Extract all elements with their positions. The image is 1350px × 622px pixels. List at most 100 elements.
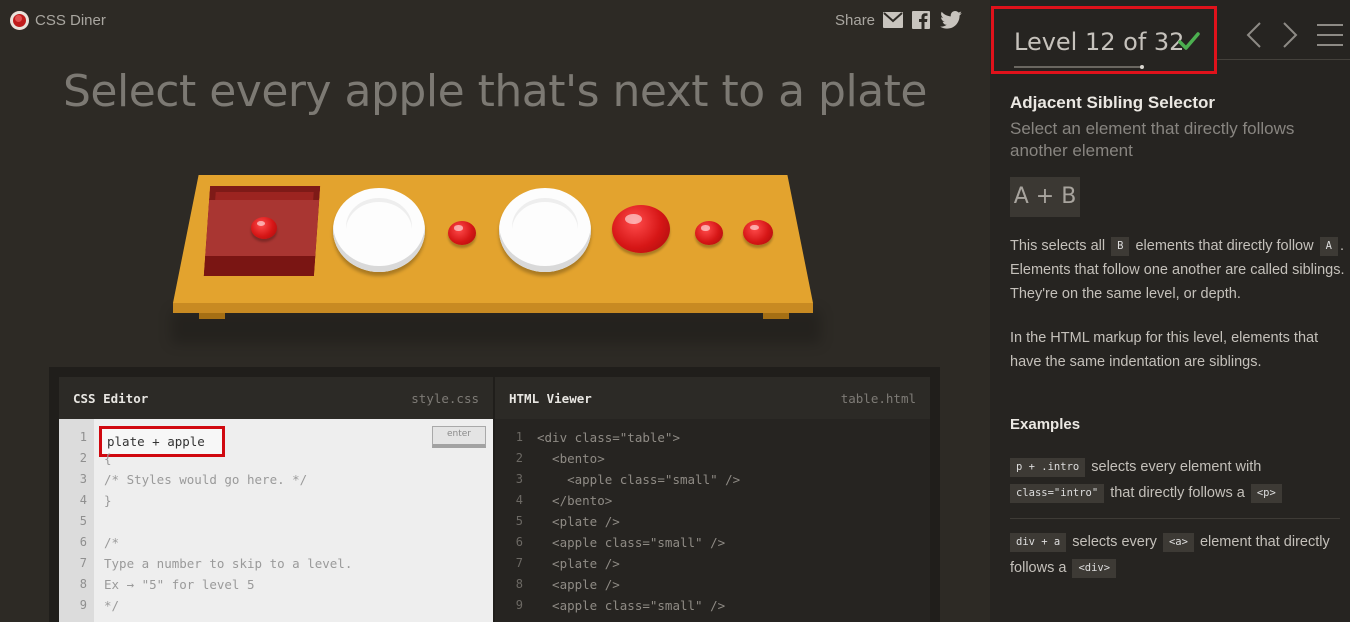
table-leg-left: [199, 313, 225, 319]
html-line-gutter: 1 2 3 4 5 6 7 8 9: [495, 419, 530, 622]
email-icon[interactable]: [883, 11, 904, 29]
line-number: 5: [79, 514, 87, 528]
desc-text: elements that directly follow: [1135, 238, 1314, 254]
html-viewer-filename: table.html: [840, 391, 916, 406]
apple-small[interactable]: [743, 220, 773, 245]
selector-hint: In the HTML markup for this level, eleme…: [1010, 330, 1319, 370]
logo-icon: [10, 11, 29, 30]
hamburger-menu-icon[interactable]: [1316, 20, 1344, 50]
line-number: 1: [79, 430, 87, 444]
level-sidebar: Level 12 of 32 Adjacent Sibling Selector…: [990, 0, 1350, 622]
line-number: 5: [515, 514, 523, 528]
table-leg-right: [763, 313, 789, 319]
html-code-line[interactable]: <bento>: [537, 451, 605, 466]
html-code-line[interactable]: <plate />: [537, 556, 620, 571]
level-progress-bar: [1014, 66, 1142, 68]
table-shadow: [171, 310, 821, 344]
html-code-line[interactable]: <plate />: [537, 514, 620, 529]
css-code-line: Ex → "5" for level 5: [104, 577, 255, 592]
code-chip: A: [1319, 237, 1338, 256]
example-item: div + a selects every <a> element that d…: [1010, 529, 1340, 581]
chevron-right-icon[interactable]: [1281, 20, 1299, 50]
html-code-line[interactable]: </bento>: [537, 493, 612, 508]
level-indicator[interactable]: Level 12 of 32: [991, 6, 1217, 74]
facebook-icon[interactable]: [911, 11, 931, 29]
code-chip: div + a: [1010, 533, 1067, 552]
game-area: CSS Diner Share Select every apple that'…: [0, 0, 990, 622]
apple-large[interactable]: [612, 205, 670, 253]
html-viewer-body: 1 2 3 4 5 6 7 8 9 <div class="table"> <b…: [495, 419, 930, 622]
selector-subtitle: Select an element that directly follows …: [1010, 119, 1295, 160]
css-selector-input[interactable]: [99, 426, 225, 457]
line-number: 9: [79, 598, 87, 612]
top-bar: CSS Diner Share: [0, 0, 990, 42]
checkmark-icon: [1177, 29, 1201, 53]
css-editor-body: 1 2 3 4 5 6 7 8 9 enter { /* Styles woul…: [59, 419, 493, 622]
html-code-line[interactable]: <apple class="small" />: [537, 472, 740, 487]
css-code-line: */: [104, 598, 120, 613]
html-code-line[interactable]: <apple class="small" />: [537, 535, 725, 550]
chevron-left-icon[interactable]: [1245, 20, 1263, 50]
css-code-line: Type a number to skip to a level.: [104, 556, 353, 571]
html-code-line[interactable]: <div class="table">: [537, 430, 680, 445]
css-editor-header: CSS Editor style.css: [59, 377, 493, 419]
selector-title: Adjacent Sibling Selector: [1010, 93, 1215, 112]
example-item: p + .intro selects every element with cl…: [1010, 454, 1340, 506]
logo[interactable]: CSS Diner: [10, 11, 106, 30]
html-code-line[interactable]: <apple class="small" />: [537, 598, 725, 613]
line-number: 3: [79, 472, 87, 486]
example-text: that directly follows a: [1110, 485, 1245, 501]
code-chip: <div>: [1072, 559, 1117, 578]
level-instruction: Select every apple that's next to a plat…: [63, 66, 928, 117]
level-progress-marker: [1140, 65, 1144, 69]
share-bar: Share: [835, 11, 963, 29]
line-number: 4: [79, 493, 87, 507]
code-chip: <a>: [1162, 533, 1194, 552]
level-label: Level 12 of 32: [1014, 28, 1185, 56]
plate[interactable]: [333, 188, 425, 272]
twitter-icon[interactable]: [939, 11, 963, 29]
line-number: 7: [515, 556, 523, 570]
plate[interactable]: [499, 188, 591, 272]
header-divider: [1217, 59, 1350, 60]
html-code-line[interactable]: <apple />: [537, 577, 620, 592]
example-text: selects every element with: [1091, 459, 1262, 475]
line-number: 3: [515, 472, 523, 486]
apple-small[interactable]: [695, 221, 723, 245]
line-number: 2: [515, 451, 523, 465]
code-chip: B: [1111, 237, 1130, 256]
css-editor-title: CSS Editor: [73, 391, 149, 406]
example-text: selects every: [1072, 534, 1157, 550]
html-viewer-pane: HTML Viewer table.html 1 2 3 4 5 6 7 8 9…: [495, 377, 930, 622]
selector-syntax: A + B: [1010, 177, 1080, 217]
css-code-line: /*: [104, 535, 120, 550]
enter-button[interactable]: enter: [432, 426, 486, 448]
html-viewer-title: HTML Viewer: [509, 391, 592, 406]
code-chip: p + .intro: [1010, 458, 1086, 477]
css-editor-filename: style.css: [411, 391, 479, 406]
line-number: 7: [79, 556, 87, 570]
line-number: 9: [515, 598, 523, 612]
css-editor-pane: CSS Editor style.css 1 2 3 4 5 6 7 8 9 e…: [59, 377, 493, 622]
line-number: 1: [515, 430, 523, 444]
desc-text: This selects all: [1010, 238, 1106, 254]
css-line-gutter: 1 2 3 4 5 6 7 8 9: [59, 419, 94, 622]
line-number: 6: [515, 535, 523, 549]
html-viewer-header: HTML Viewer table.html: [495, 377, 930, 419]
logo-text: CSS Diner: [35, 12, 106, 29]
examples-divider: [1010, 518, 1340, 519]
line-number: 8: [79, 577, 87, 591]
apple-small[interactable]: [448, 221, 476, 245]
code-chip: class="intro": [1010, 484, 1105, 503]
css-code-line: }: [104, 493, 112, 508]
line-number: 8: [515, 577, 523, 591]
line-number: 6: [79, 535, 87, 549]
selector-description: This selects all B elements that directl…: [1010, 234, 1345, 306]
code-chip: <p>: [1250, 484, 1282, 503]
examples-title: Examples: [1010, 416, 1081, 433]
table-edge: [173, 303, 813, 313]
apple-small-in-bento[interactable]: [251, 217, 277, 239]
dinner-table: [165, 170, 825, 344]
css-code-line: {: [104, 451, 112, 466]
line-number: 4: [515, 493, 523, 507]
